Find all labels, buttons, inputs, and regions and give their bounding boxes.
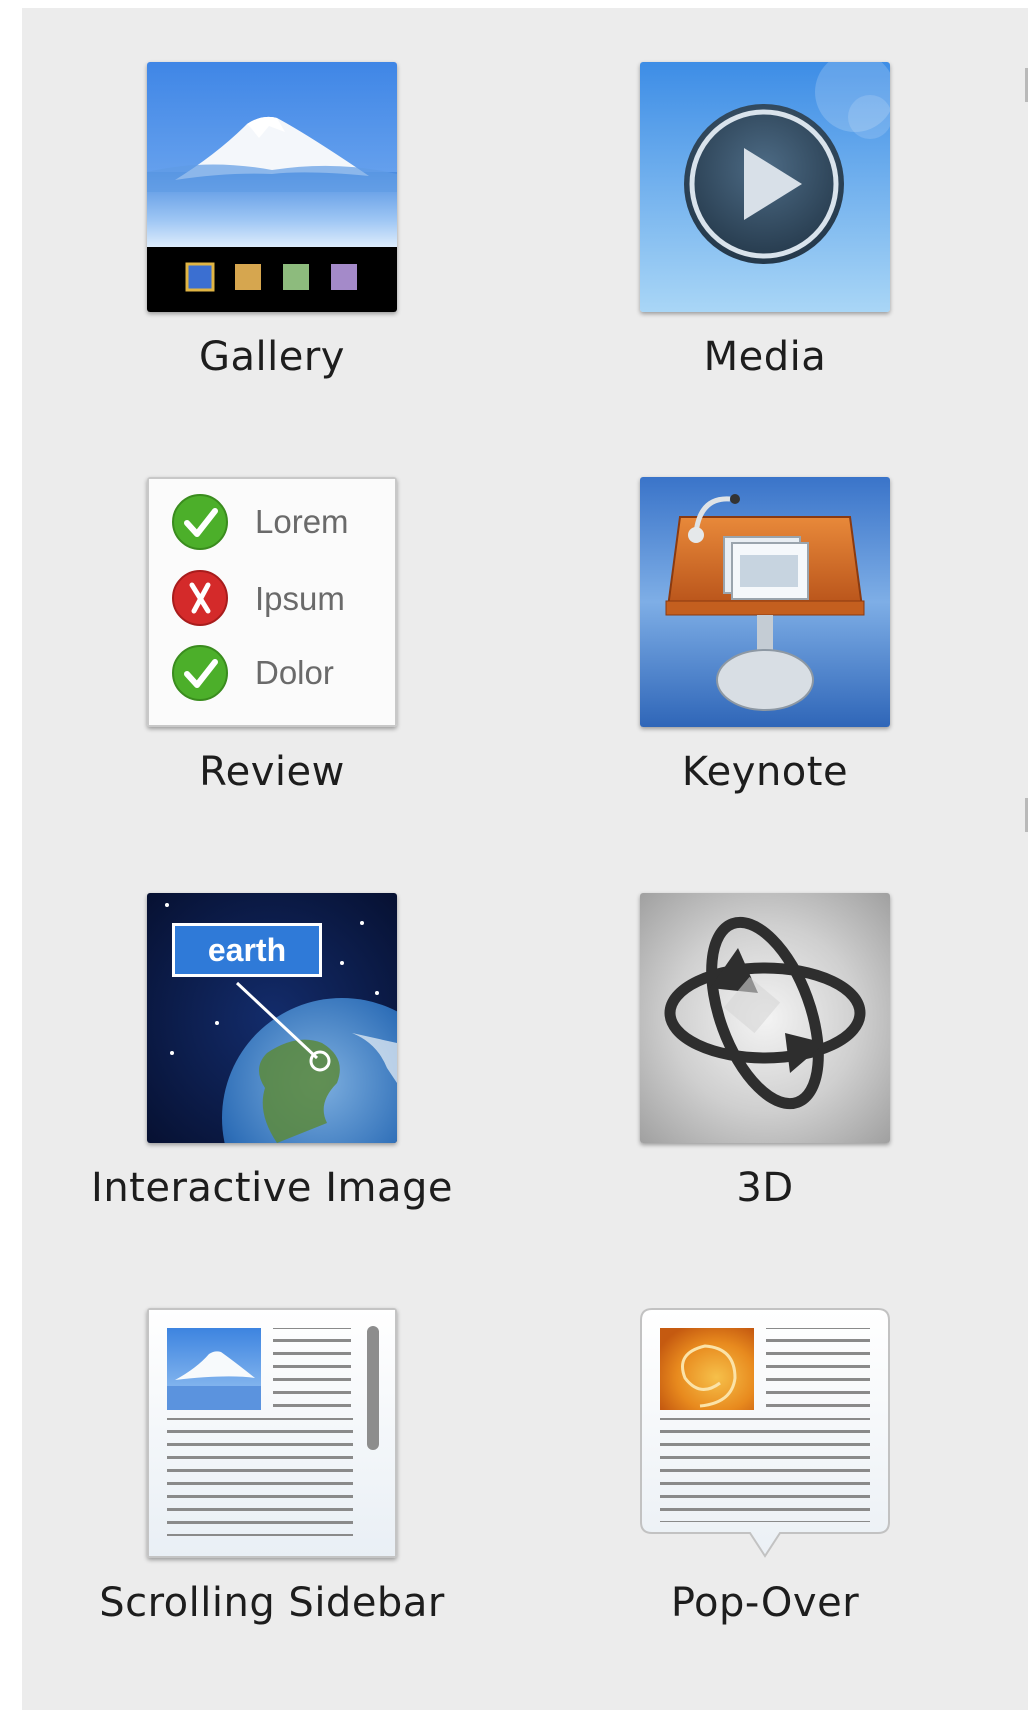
scrolling-sidebar-icon bbox=[147, 1308, 397, 1558]
gallery-widget-button[interactable] bbox=[147, 62, 397, 312]
review-item-text: Dolor bbox=[255, 654, 334, 691]
pop-over-label: Pop-Over bbox=[670, 1580, 860, 1626]
review-item-text: Lorem bbox=[255, 503, 349, 540]
review-item-text: Ipsum bbox=[255, 580, 345, 617]
scrollbar-edge[interactable] bbox=[1025, 68, 1028, 102]
3d-widget-button[interactable] bbox=[640, 893, 890, 1143]
scrolling-sidebar-label: Scrolling Sidebar bbox=[99, 1580, 445, 1626]
pop-over-widget-button[interactable] bbox=[640, 1308, 890, 1558]
review-label: Review bbox=[199, 749, 345, 795]
gallery-icon bbox=[147, 62, 397, 312]
earth-callout-label: earth bbox=[172, 923, 322, 977]
review-widget-button[interactable]: Lorem Ipsum Dolor bbox=[147, 477, 397, 727]
rotate-3d-icon bbox=[640, 893, 890, 1143]
3d-label: 3D bbox=[736, 1165, 794, 1211]
media-widget-button[interactable] bbox=[640, 62, 890, 312]
keynote-podium-icon bbox=[640, 477, 890, 727]
gallery-label: Gallery bbox=[199, 334, 345, 380]
media-play-icon bbox=[640, 62, 890, 312]
media-label: Media bbox=[703, 334, 827, 380]
popover-icon bbox=[640, 1308, 890, 1558]
keynote-label: Keynote bbox=[681, 749, 849, 795]
interactive-image-label: Interactive Image bbox=[91, 1165, 453, 1211]
interactive-image-widget-button[interactable]: earth bbox=[147, 893, 397, 1143]
keynote-widget-button[interactable] bbox=[640, 477, 890, 727]
scrollbar-edge[interactable] bbox=[1025, 798, 1028, 832]
scrolling-sidebar-widget-button[interactable] bbox=[147, 1308, 397, 1558]
